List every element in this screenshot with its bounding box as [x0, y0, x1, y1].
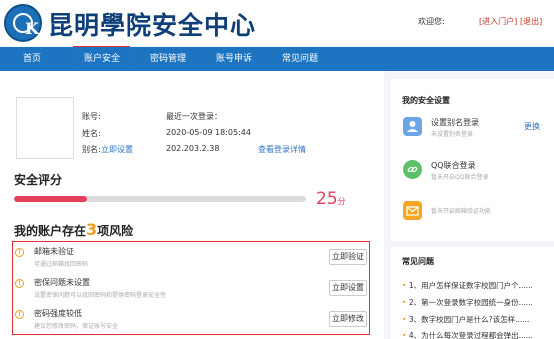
risk-desc: 建议您修改密码，保证账号安全: [34, 323, 119, 330]
risk-desc: 设置密保问题可以找回密码和提供密码登录安全性: [34, 292, 167, 299]
faq-index: 2、: [408, 298, 422, 307]
faq-text: 用户怎样保证数字校园门户个......: [421, 281, 533, 290]
qq-login-desc: 暂未开启QQ联合登录: [431, 174, 489, 181]
score-unit: 分: [337, 197, 346, 206]
risk-suffix: 项风险: [97, 224, 134, 238]
change-alias-link[interactable]: 更换: [524, 121, 540, 132]
warning-icon: !: [15, 279, 24, 288]
last-login-ip: 202.203.2.38: [166, 144, 220, 153]
set-alias-link[interactable]: 立即设置: [101, 144, 133, 155]
sidebar-separator: [391, 241, 554, 247]
faq-text: 为什么每次登录过程都会弹出......: [421, 331, 533, 339]
faq-number: •: [402, 315, 407, 324]
risk-title: 密保问题未设置: [34, 278, 90, 287]
enter-portal-link[interactable]: [进入门户]: [479, 16, 517, 27]
verify-email-button[interactable]: 立即验证: [329, 249, 367, 265]
user-icon: [403, 117, 422, 136]
faq-index: 3、: [408, 315, 422, 324]
logout-link[interactable]: [退出]: [520, 16, 542, 27]
header: K 昆明學院安全中心 欢迎您: [进入门户] [退出]: [0, 0, 554, 46]
risk-count: 3: [86, 220, 98, 239]
risk-title: 邮箱未验证: [34, 247, 74, 256]
login-details-link[interactable]: 查看登录详情: [258, 144, 306, 155]
avatar[interactable]: [16, 97, 74, 159]
faq-item[interactable]: • 1、用户怎样保证数字校园门户个......: [402, 280, 552, 291]
nav-faq[interactable]: 常见问题: [274, 47, 326, 71]
risk-desc: 可通过邮箱找回密码: [34, 261, 89, 268]
faq-item[interactable]: • 4、为什么每次登录过程都会弹出......: [402, 330, 552, 339]
mail-icon: [403, 201, 422, 220]
alias-label: 别名:: [82, 145, 101, 154]
last-login-label: 最近一次登录：: [166, 112, 222, 121]
risk-item: ! 密保问题未设置 设置密保问题可以找回密码和提供密码登录安全性 立即设置: [13, 276, 368, 304]
risk-list: ! 邮箱未验证 可通过邮箱找回密码 立即验证 ! 密保问题未设置 设置密保问题可…: [12, 241, 370, 335]
account-label: 账号:: [82, 112, 101, 121]
logo-ring: K: [13, 13, 39, 38]
faq-text: 第一次登录数字校园统一身份......: [421, 298, 533, 307]
school-logo: K: [4, 4, 42, 42]
alias-login-desc: 未设置别名登录: [431, 131, 474, 138]
security-score-title: 安全评分: [14, 173, 63, 187]
selected-nav-highlight: [73, 46, 130, 73]
change-password-button[interactable]: 立即修改: [329, 311, 367, 327]
link-icon: [403, 160, 422, 179]
nav-home[interactable]: 首页: [10, 47, 54, 71]
security-score-bar: [14, 196, 306, 202]
risk-item: ! 邮箱未验证 可通过邮箱找回密码 立即验证: [13, 245, 368, 273]
faq-text: 数字校园门户是什么?该怎样......: [421, 315, 530, 324]
faq-number: •: [402, 281, 407, 290]
faq-title: 常见问题: [402, 257, 434, 266]
security-settings-title: 我的安全设置: [402, 96, 450, 105]
name-label: 姓名:: [82, 129, 101, 138]
risk-prefix: 我的账户存在: [14, 224, 87, 238]
warning-icon: !: [15, 248, 24, 257]
nav-password-management[interactable]: 密码管理: [142, 47, 194, 71]
risk-title: 密码强度较低: [34, 309, 82, 318]
faq-number: •: [402, 298, 407, 307]
score-number: 25: [316, 189, 338, 209]
security-score-value: 25分: [316, 189, 346, 209]
qq-login-title: QQ联合登录: [431, 161, 476, 170]
mail-verify-desc: 暂未开启邮箱验证功能: [431, 208, 492, 215]
faq-item[interactable]: • 2、第一次登录数字校园统一身份......: [402, 297, 552, 308]
faq-number: •: [402, 331, 407, 339]
faq-index: 1、: [408, 281, 422, 290]
alias-login-title: 设置别名登录: [431, 118, 479, 127]
risk-item: ! 密码强度较低 建议您修改密码，保证账号安全 立即修改: [13, 307, 368, 335]
risk-heading: 我的账户存在3项风险: [14, 220, 133, 239]
warning-icon: !: [15, 310, 24, 319]
nav-account-appeal[interactable]: 账号申诉: [208, 47, 260, 71]
logo-glyph: K: [25, 19, 39, 38]
set-security-question-button[interactable]: 立即设置: [329, 280, 367, 296]
site-title: 昆明學院安全中心: [48, 11, 257, 40]
security-score-fill: [14, 196, 87, 202]
faq-item[interactable]: • 3、数字校园门户是什么?该怎样......: [402, 314, 552, 325]
faq-index: 4、: [408, 331, 422, 339]
welcome-text: 欢迎您:: [418, 17, 445, 26]
last-login-time: 2020-05-09 18:05:44: [166, 128, 251, 137]
